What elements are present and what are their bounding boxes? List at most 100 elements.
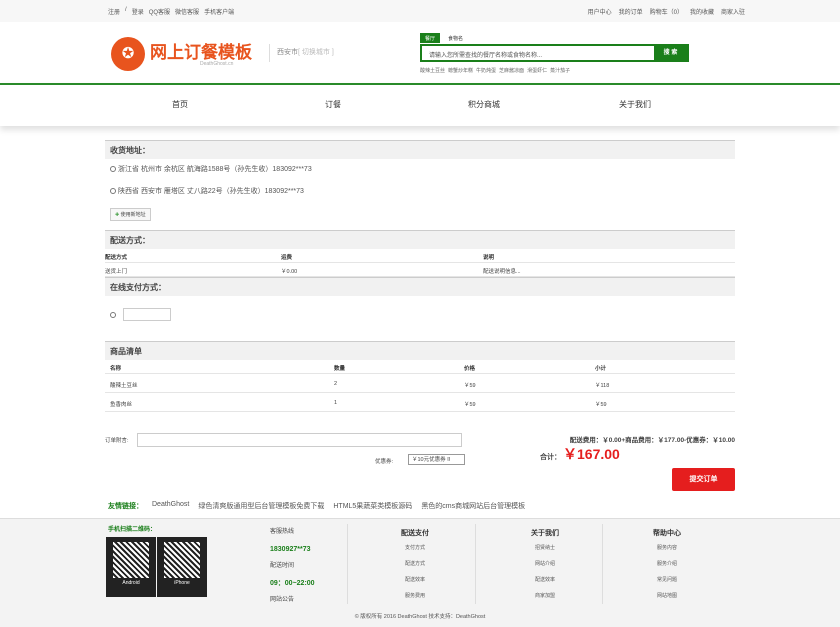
friend-link[interactable]: DeathGhost: [152, 501, 189, 511]
footer-link[interactable]: 网站地图: [607, 588, 727, 604]
hot-word[interactable]: 牛奶炖蛋: [476, 67, 496, 74]
qr-code-icon: [164, 542, 200, 578]
table-row: 酸辣土豆丝 2 ￥59 ￥118: [105, 374, 735, 393]
checkout-main: 收货地址： 浙江省 杭州市 余杭区 航海路1588号（孙先生收）183092**…: [105, 140, 735, 491]
item-name: 酸辣土豆丝: [110, 383, 138, 389]
search-button[interactable]: 搜 索: [654, 46, 687, 60]
payment-option[interactable]: [105, 296, 735, 332]
hot-word[interactable]: 芝麻酱凉面: [499, 67, 524, 74]
hot-word[interactable]: 酸辣土豆丝: [420, 67, 445, 74]
tab-food[interactable]: 食物名: [443, 33, 468, 43]
total-label: 合计：: [540, 454, 561, 461]
fee-summary: 配送费用：￥0.00+商品费用：￥177.00-优惠券：￥10.00: [569, 437, 735, 444]
coupon-value: ￥10元优惠券: [412, 457, 446, 463]
delivery-time-label: 配送时间: [270, 563, 295, 569]
item-qty: 2: [334, 381, 338, 387]
nav-points-mall[interactable]: 积分商城: [468, 99, 500, 110]
table-row: 鱼香肉丝 1 ￥59 ￥59: [105, 393, 735, 412]
radio-button[interactable]: [110, 188, 116, 194]
notice-link[interactable]: 网站公告: [270, 592, 315, 609]
search-box: 请输入您所需查找的餐厅名称或食物名称... 搜 索: [420, 44, 689, 62]
item-price: ￥59: [464, 402, 476, 408]
hotline-number: 1830927**73: [270, 546, 311, 553]
city-switch-link[interactable]: [ 切换城市 ]: [298, 49, 334, 56]
address-text: 浙江省 杭州市 余杭区 航海路1588号（孙先生收）183092***73: [118, 166, 312, 173]
column-header: 说明: [483, 255, 495, 261]
address-option[interactable]: 浙江省 杭州市 余杭区 航海路1588号（孙先生收）183092***73: [105, 159, 735, 181]
submit-order-button[interactable]: 提交订单: [672, 468, 735, 491]
footer-link[interactable]: 服务介绍: [607, 556, 727, 572]
city-selector[interactable]: 西安市[ 切换城市 ]: [269, 44, 334, 62]
radio-button[interactable]: [110, 312, 116, 318]
order-remark: 订单附言:: [105, 433, 462, 447]
logo-icon[interactable]: ✪: [111, 37, 145, 71]
remark-label: 订单附言:: [105, 438, 129, 444]
column-title: 配送支付: [401, 530, 429, 537]
column-header: 小计: [595, 366, 607, 372]
coupon-select[interactable]: ￥10元优惠券 ⌷: [408, 454, 465, 465]
qr-title: 手机扫描二维码：: [108, 527, 157, 533]
user-center-link[interactable]: 用户中心: [588, 7, 612, 16]
copyright: © 版权所有 2016 DeathGhost 技术支持：DeathGhost: [354, 614, 486, 620]
footer-link[interactable]: 商家加盟: [485, 588, 605, 604]
merchant-join-link[interactable]: 商家入驻: [721, 7, 745, 16]
item-qty: 1: [334, 400, 338, 406]
hot-word[interactable]: 蒸汁茄子: [550, 67, 570, 74]
footer-link[interactable]: 配送效率: [485, 572, 605, 588]
wechat-service-link[interactable]: 微信客服: [175, 7, 199, 16]
radio-button[interactable]: [110, 166, 116, 172]
login-link[interactable]: 登录: [132, 7, 144, 16]
column-title: 关于我们: [531, 530, 559, 537]
goods-header-row: 名称 数量 价格 小计: [105, 360, 735, 374]
item-price: ￥59: [464, 383, 476, 389]
tab-restaurant[interactable]: 餐厅: [420, 33, 441, 43]
register-link[interactable]: 注册: [108, 7, 120, 16]
order-total: 合计： ￥167.00: [540, 444, 620, 464]
footer-link[interactable]: 配送方式: [355, 556, 475, 572]
nav-home[interactable]: 首页: [172, 99, 188, 110]
address-title: 收货地址：: [105, 140, 735, 159]
nav-about[interactable]: 关于我们: [619, 99, 651, 110]
hot-word[interactable]: 螃蟹炒年糕: [448, 67, 473, 74]
mobile-client-link[interactable]: 手机客户端: [204, 7, 234, 16]
remark-input[interactable]: [137, 433, 462, 447]
friend-links: 友情链接： DeathGhost 绿色清爽版通用型后台管理模板免费下载 HTML…: [108, 501, 525, 511]
column-header: 名称: [110, 366, 122, 372]
friend-link[interactable]: HTML5果蔬菜类模板源码: [333, 501, 412, 511]
item-subtotal: ￥118: [595, 383, 610, 389]
divider: [475, 524, 476, 604]
item-subtotal: ￥59: [595, 402, 607, 408]
delivery-method: 送货上门: [105, 269, 128, 275]
qq-service-link[interactable]: QQ客服: [149, 7, 170, 16]
footer-link[interactable]: 支付方式: [355, 540, 475, 556]
my-orders-link[interactable]: 我的订单: [619, 7, 643, 16]
footer-link[interactable]: 服务内容: [607, 540, 727, 556]
footer-link[interactable]: 网站介绍: [485, 556, 605, 572]
address-option[interactable]: 陕西省 西安市 雁塔区 丈八路22号（孙先生收）183092***73: [105, 181, 735, 203]
qr-code-icon: [113, 542, 149, 578]
footer-link[interactable]: 常见问题: [607, 572, 727, 588]
footer-link[interactable]: 配送效率: [355, 572, 475, 588]
hot-word[interactable]: 滑蛋虾仁: [527, 67, 547, 74]
footer-link[interactable]: 服务费用: [355, 588, 475, 604]
payment-logo[interactable]: [123, 308, 171, 321]
friend-link[interactable]: 绿色清爽版通用型后台管理模板免费下载: [198, 501, 324, 511]
friend-link[interactable]: 黑色的cms商城网站后台管理模板: [421, 501, 525, 511]
qr-label: iPhone: [174, 580, 190, 586]
hot-words: 酸辣土豆丝 螃蟹炒年糕 牛奶炖蛋 芝麻酱凉面 滑蛋虾仁 蒸汁茄子: [420, 67, 570, 74]
cart-link[interactable]: 购物车（0）: [650, 7, 683, 16]
iphone-qr-code[interactable]: iPhone: [157, 537, 207, 597]
search-input[interactable]: 请输入您所需查找的餐厅名称或食物名称...: [429, 50, 542, 59]
city-name: 西安市: [277, 49, 298, 56]
android-qr-code[interactable]: Android: [106, 537, 156, 597]
favorites-link[interactable]: 我的收藏: [690, 7, 714, 16]
delivery-row[interactable]: 送货上门 ￥0.00 配送说明信息...: [105, 263, 735, 277]
add-address-button[interactable]: ✚ 使用新地址: [110, 208, 151, 221]
footer-column-help: 帮助中心 服务内容 服务介绍 常见问题 网站地图: [607, 528, 727, 604]
footer-link[interactable]: 招贤纳士: [485, 540, 605, 556]
column-header: 价格: [464, 366, 476, 372]
top-bar: 注册 / 登录 QQ客服 微信客服 手机客户端 用户中心 我的订单 购物车（0）…: [0, 0, 840, 22]
goods-title: 商品清单: [105, 341, 735, 360]
nav-order[interactable]: 订餐: [325, 99, 341, 110]
brand-title[interactable]: 网上订餐模板: [150, 38, 252, 63]
